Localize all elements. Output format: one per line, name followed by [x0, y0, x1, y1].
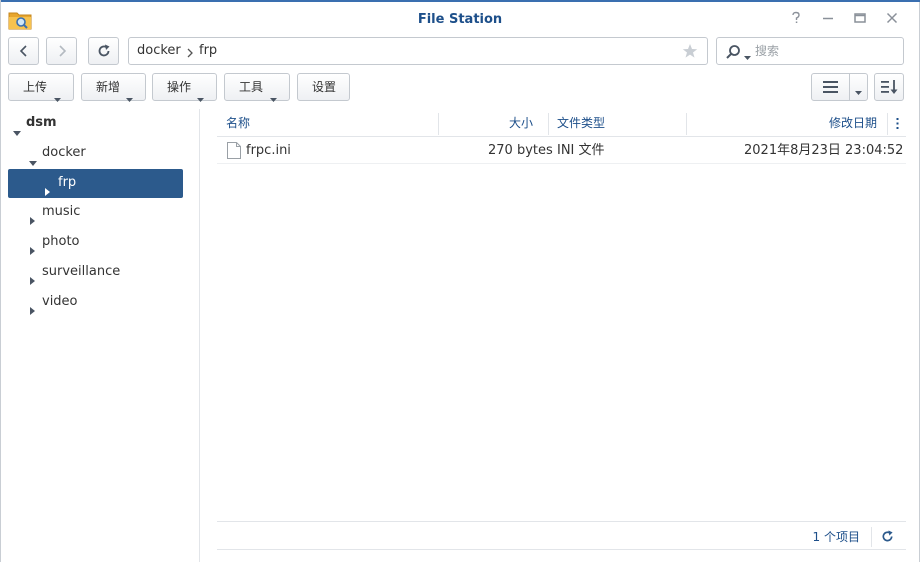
footer-separator: [871, 527, 872, 547]
caret-down-icon: [270, 86, 277, 112]
caret-down-icon[interactable]: [29, 150, 37, 178]
settings-label: 设置: [312, 80, 337, 94]
file-modified: 2021年8月23日 23:04:52: [744, 143, 904, 158]
action-label: 操作: [167, 80, 192, 94]
file-name: frpc.ini: [246, 143, 291, 158]
file-size: 270 bytes: [488, 143, 553, 158]
view-mode-button[interactable]: [811, 73, 868, 101]
title-bar[interactable]: File Station: [1, 2, 919, 36]
tree-item-frp[interactable]: frp: [44, 169, 182, 197]
back-icon: [19, 45, 27, 57]
star-icon[interactable]: [682, 43, 698, 63]
column-separator[interactable]: [686, 113, 687, 135]
file-type: INI 文件: [557, 143, 605, 158]
close-icon[interactable]: [883, 11, 901, 29]
more-icon[interactable]: [896, 118, 899, 133]
view-mode-divider: [849, 74, 850, 100]
caret-down-icon[interactable]: [744, 50, 751, 65]
forward-icon: [59, 45, 67, 57]
tools-button[interactable]: 工具: [224, 73, 290, 102]
tree-item-video[interactable]: video: [27, 288, 187, 316]
sort-icon: [881, 80, 898, 99]
tree-label: docker: [42, 145, 86, 160]
window-title: File Station: [417, 12, 503, 27]
refresh-button[interactable]: [88, 37, 119, 65]
file-list-footer: 1 个项目: [217, 521, 906, 549]
breadcrumb-docker[interactable]: docker: [137, 43, 181, 58]
tree-label: dsm: [26, 115, 57, 130]
caret-down-icon[interactable]: [855, 85, 862, 100]
maximize-icon[interactable]: [851, 11, 869, 29]
column-header-name[interactable]: 名称: [226, 110, 250, 137]
help-icon[interactable]: [787, 11, 805, 29]
settings-button[interactable]: 设置: [297, 73, 350, 101]
tree-label: video: [42, 294, 78, 309]
tree-item-photo[interactable]: photo: [27, 228, 187, 256]
column-separator[interactable]: [548, 113, 549, 135]
tools-label: 工具: [239, 80, 264, 94]
create-button[interactable]: 新增: [81, 73, 146, 102]
sort-button[interactable]: [874, 73, 904, 101]
upload-label: 上传: [23, 80, 48, 94]
bottom-divider: [217, 549, 906, 550]
refresh-icon: [98, 44, 110, 57]
refresh-icon[interactable]: [881, 530, 894, 547]
breadcrumb-frp[interactable]: frp: [199, 43, 217, 58]
column-separator[interactable]: [438, 113, 439, 135]
caret-down-icon[interactable]: [13, 120, 21, 148]
chevron-right-icon: [186, 47, 194, 62]
upload-button[interactable]: 上传: [8, 73, 74, 102]
list-view-icon: [823, 81, 838, 97]
column-header-modified[interactable]: 修改日期: [829, 110, 877, 137]
file-station-window: File Station docker frp 搜索 上传 新增 操作 工具 设…: [0, 0, 920, 562]
tree-item-dsm[interactable]: dsm: [11, 109, 191, 137]
minimize-icon[interactable]: [819, 11, 837, 29]
item-count: 1 个项目: [812, 530, 860, 544]
create-label: 新增: [96, 80, 121, 94]
column-header-type[interactable]: 文件类型: [557, 110, 605, 137]
tree-label: surveillance: [42, 264, 121, 279]
caret-right-icon[interactable]: [30, 298, 36, 326]
search-input[interactable]: [755, 42, 895, 60]
forward-button[interactable]: [46, 37, 77, 65]
back-button[interactable]: [8, 37, 39, 65]
tree-label: frp: [58, 175, 77, 190]
tree-label: music: [42, 204, 81, 219]
column-header-size[interactable]: 大小: [509, 110, 533, 137]
path-bar[interactable]: docker frp: [128, 37, 708, 65]
search-box[interactable]: [716, 37, 904, 65]
action-button[interactable]: 操作: [152, 73, 217, 102]
table-row[interactable]: frpc.ini 270 bytes INI 文件 2021年8月23日 23:…: [217, 137, 906, 164]
column-separator: [887, 113, 888, 135]
tree-label: photo: [42, 234, 80, 249]
tree-item-surveillance[interactable]: surveillance: [27, 258, 187, 286]
tree-item-docker[interactable]: docker: [27, 139, 187, 167]
tree-item-music[interactable]: music: [27, 198, 187, 226]
file-list-header: 名称 大小 文件类型 修改日期: [217, 110, 906, 137]
file-icon: [227, 142, 241, 163]
search-icon[interactable]: [725, 44, 741, 64]
